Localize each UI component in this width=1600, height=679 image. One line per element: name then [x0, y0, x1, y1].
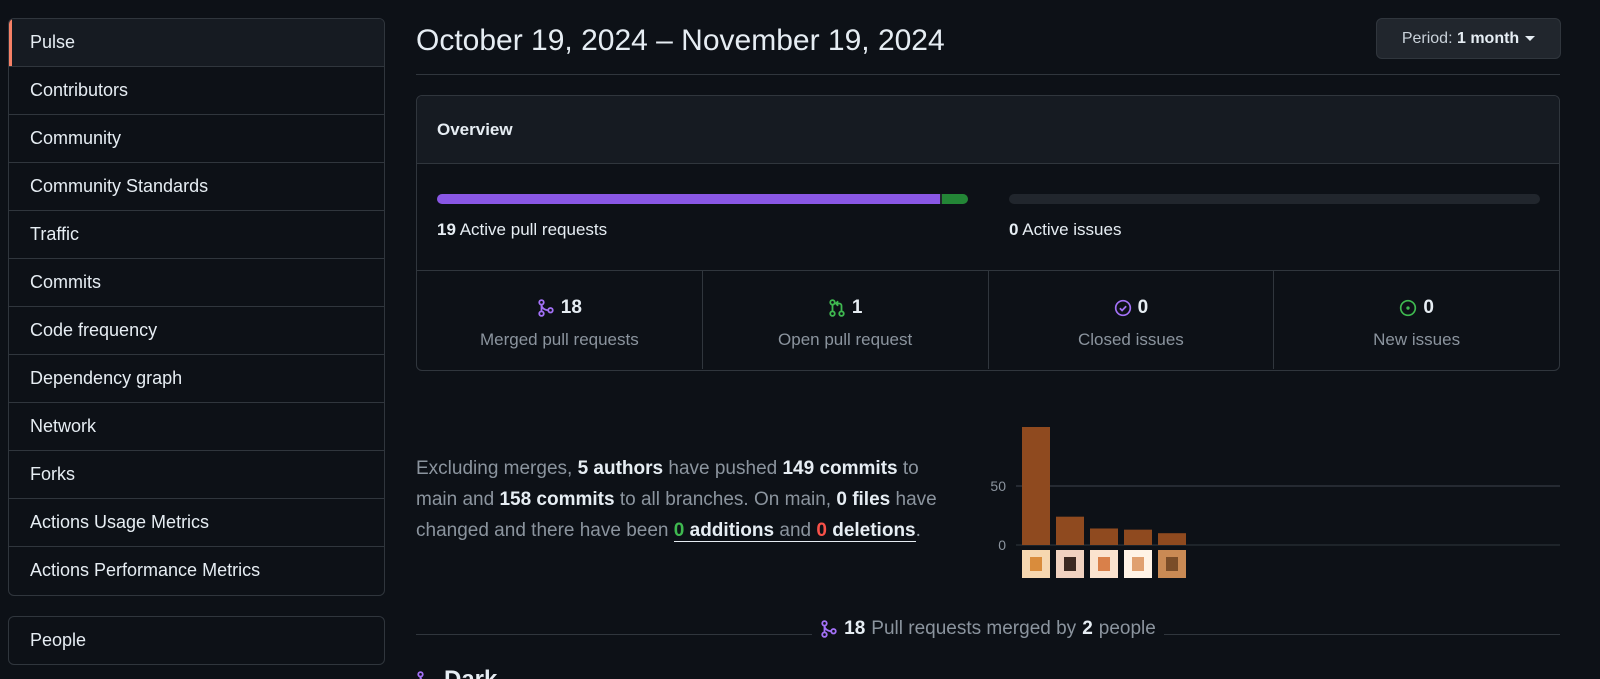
summary-text-4: to all branches. On main, [614, 489, 837, 510]
sidebar-item-actions-usage-metrics[interactable]: Actions Usage Metrics [9, 499, 384, 547]
sidebar-item-people[interactable]: People [8, 616, 385, 665]
merged-prs-value: 18 [560, 297, 582, 318]
merged-segment [437, 194, 940, 204]
open-prs-caption: Open pull request [778, 330, 913, 349]
sidebar-item-community[interactable]: Community [9, 115, 384, 163]
active-issues-link[interactable]: 0 Active issues [1009, 220, 1121, 240]
next-section-heading: Dark [416, 666, 497, 679]
issue-closed-icon [1114, 299, 1131, 317]
author-avatar[interactable] [1090, 550, 1118, 578]
summary-commits-all: 158 commits [499, 489, 615, 510]
git-pull-request-icon [829, 299, 845, 317]
deletions-word: deletions [826, 520, 916, 541]
prs-merged-text: Pull requests merged by [871, 618, 1077, 639]
commit-bar[interactable] [1056, 516, 1084, 545]
commit-bar[interactable] [1124, 529, 1152, 545]
issue-opened-icon [1400, 299, 1417, 317]
y-tick-label: 50 [990, 478, 1006, 494]
git-merge-icon [538, 299, 554, 317]
overview-heading: Overview [417, 96, 1559, 164]
insights-sidebar: Pulse Contributors Community Community S… [8, 18, 385, 596]
stat-open-prs[interactable]: 1 Open pull request [703, 271, 989, 369]
stat-new-issues[interactable]: 0 New issues [1274, 271, 1559, 369]
sidebar-item-traffic[interactable]: Traffic [9, 211, 384, 259]
summary-and: and [774, 520, 817, 541]
commits-by-author-chart: 0 50 [990, 427, 1560, 578]
overview-progress: 19 Active pull requests 0 Active issues [417, 164, 1559, 271]
period-value: 1 month [1456, 30, 1520, 47]
summary-text-2: have pushed [663, 458, 783, 479]
summary-commits-main: 149 commits [782, 458, 898, 479]
git-merge-icon [821, 620, 837, 638]
author-avatar[interactable] [1056, 550, 1084, 578]
period-label: Period: [1401, 30, 1453, 47]
active-issues-count: 0 [1009, 220, 1019, 239]
active-issues-label: Active issues [1022, 220, 1122, 239]
summary-text-1: Excluding merges, [416, 458, 578, 479]
closed-issues-value: 0 [1137, 297, 1149, 318]
merged-prs-caption: Merged pull requests [479, 330, 639, 349]
commit-bar[interactable] [1022, 427, 1050, 545]
sidebar-item-community-standards[interactable]: Community Standards [9, 163, 384, 211]
git-merge-icon [417, 671, 424, 679]
title-divider [416, 74, 1560, 75]
summary-files: 0 files [836, 489, 891, 510]
open-segment [941, 194, 968, 204]
open-prs-value: 1 [851, 297, 863, 318]
active-prs-label: Active pull requests [459, 220, 608, 239]
additions-count: 0 [673, 520, 685, 541]
additions-word: additions [684, 520, 775, 541]
prs-merged-summary: 18 Pull requests merged by 2 people [416, 618, 1560, 643]
summary-authors: 5 authors [577, 458, 664, 479]
prs-merged-people-count: 2 [1082, 618, 1093, 639]
sidebar-item-commits[interactable]: Commits [9, 259, 384, 307]
page-title: October 19, 2024 – November 19, 2024 [416, 24, 945, 57]
period-dropdown-button[interactable]: Period: 1 month [1376, 18, 1561, 59]
overview-box: Overview 19 Active pull requests 0 Activ… [416, 95, 1560, 371]
commit-bar[interactable] [1090, 528, 1118, 545]
author-avatar[interactable] [1124, 550, 1152, 578]
y-tick-label: 0 [998, 537, 1006, 553]
next-section-title: Dark [444, 666, 497, 679]
closed-issues-caption: Closed issues [1077, 330, 1184, 349]
stat-merged-prs[interactable]: 18 Merged pull requests [417, 271, 703, 369]
deletions-count: 0 [816, 520, 827, 541]
sidebar-item-forks[interactable]: Forks [9, 451, 384, 499]
summary-end: . [915, 520, 921, 541]
sidebar-item-dependency-graph[interactable]: Dependency graph [9, 355, 384, 403]
caret-down-icon [1525, 36, 1536, 42]
author-avatar[interactable] [1022, 550, 1050, 578]
pull-requests-progress-bar [437, 194, 968, 204]
sidebar-item-contributors[interactable]: Contributors [9, 67, 384, 115]
author-avatar[interactable] [1158, 550, 1186, 578]
commit-bar[interactable] [1158, 533, 1186, 545]
sidebar-item-pulse[interactable]: Pulse [9, 19, 384, 67]
active-prs-link[interactable]: 19 Active pull requests [437, 220, 607, 240]
sidebar-item-code-frequency[interactable]: Code frequency [9, 307, 384, 355]
new-issues-value: 0 [1423, 297, 1434, 318]
additions-deletions-link[interactable]: 0 additions and 0 deletions [673, 520, 916, 542]
new-issues-caption: New issues [1373, 330, 1461, 349]
prs-merged-people-word: people [1098, 618, 1156, 639]
overview-stats: 18 Merged pull requests 1 Open pull requ… [417, 271, 1559, 369]
stat-closed-issues[interactable]: 0 Closed issues [989, 271, 1275, 369]
active-prs-count: 19 [437, 220, 456, 239]
commit-summary: Excluding merges, 5 authors have pushed … [416, 453, 961, 546]
issues-progress-bar [1009, 194, 1540, 204]
sidebar-item-actions-performance-metrics[interactable]: Actions Performance Metrics [9, 547, 384, 595]
sidebar-item-network[interactable]: Network [9, 403, 384, 451]
prs-merged-count: 18 [844, 618, 866, 639]
